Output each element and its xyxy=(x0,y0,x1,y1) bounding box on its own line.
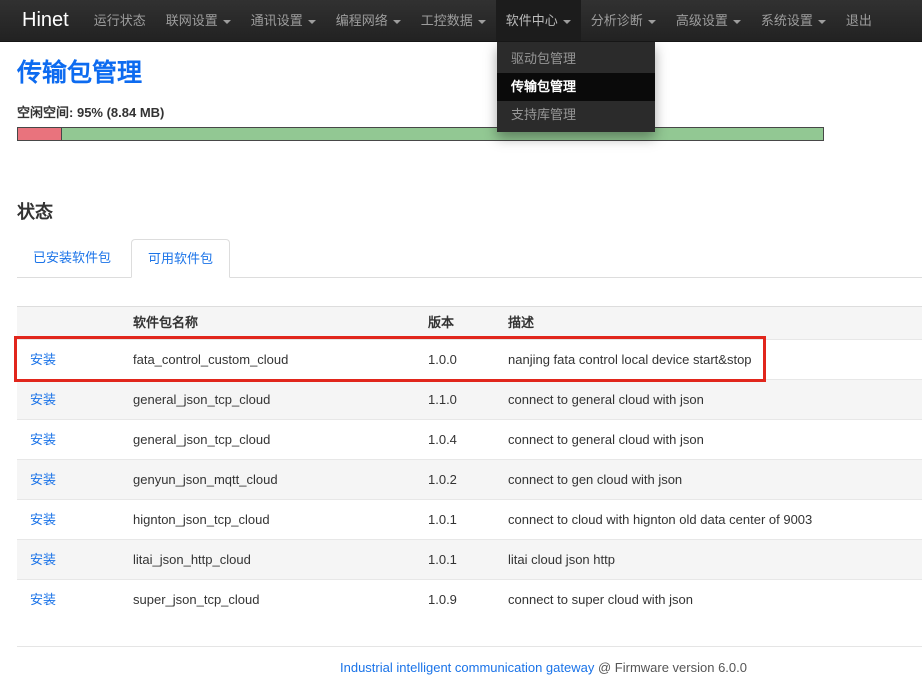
package-version-cell: 1.0.1 xyxy=(420,500,500,540)
nav-item[interactable]: 联网设置 xyxy=(156,0,241,41)
header-version: 版本 xyxy=(420,307,500,340)
nav-item[interactable]: 高级设置 xyxy=(666,0,751,41)
nav-item-label: 高级设置 xyxy=(676,13,728,28)
table-row: 安装 genyun_json_mqtt_cloud 1.0.2 connect … xyxy=(17,460,922,500)
nav-item[interactable]: 运行状态 xyxy=(84,0,156,41)
dropdown-item[interactable]: 支持库管理 xyxy=(497,101,655,129)
free-space-label: 空闲空间: xyxy=(17,105,73,120)
package-version-cell: 1.0.9 xyxy=(420,580,500,620)
nav-item[interactable]: 软件中心 xyxy=(496,0,581,41)
nav-item-label: 工控数据 xyxy=(421,13,473,28)
package-version-cell: 1.0.4 xyxy=(420,420,500,460)
nav-item-label: 通讯设置 xyxy=(251,13,303,28)
package-name-cell: general_json_tcp_cloud xyxy=(125,380,420,420)
storage-progressbar xyxy=(17,127,824,141)
chevron-down-icon xyxy=(818,20,826,24)
package-desc-cell: connect to super cloud with json xyxy=(500,580,922,620)
chevron-down-icon xyxy=(393,20,401,24)
package-desc-cell: connect to cloud with hignton old data c… xyxy=(500,500,922,540)
package-version-cell: 1.1.0 xyxy=(420,380,500,420)
install-link[interactable]: 安装 xyxy=(30,512,56,527)
table-row: 安装 general_json_tcp_cloud 1.0.4 connect … xyxy=(17,420,922,460)
brand-logo[interactable]: Hinet xyxy=(0,0,84,41)
nav-item[interactable]: 工控数据 xyxy=(411,0,496,41)
navbar-menu: 运行状态 联网设置 通讯设置 编程网络 工控数据 软件中心 分析诊断 高级设置 系统设置 退出 xyxy=(84,0,882,41)
nav-item-label: 系统设置 xyxy=(761,13,813,28)
nav-item-label: 编程网络 xyxy=(336,13,388,28)
nav-item[interactable]: 编程网络 xyxy=(326,0,411,41)
package-name-cell: genyun_json_mqtt_cloud xyxy=(125,460,420,500)
table-row: 安装 litai_json_http_cloud 1.0.1 litai clo… xyxy=(17,540,922,580)
package-table-wrap: 软件包名称 版本 描述 安装 fata_control_custom_cloud… xyxy=(17,306,922,619)
nav-item-label: 联网设置 xyxy=(166,13,218,28)
header-description: 描述 xyxy=(500,307,922,340)
header-actions xyxy=(17,307,125,340)
table-row: 安装 fata_control_custom_cloud 1.0.0 nanji… xyxy=(17,340,922,380)
install-link[interactable]: 安装 xyxy=(30,392,56,407)
storage-free-segment xyxy=(62,128,823,140)
install-link[interactable]: 安装 xyxy=(30,432,56,447)
top-navbar: Hinet 运行状态 联网设置 通讯设置 编程网络 工控数据 软件中心 分析诊断 高级设置 系统… xyxy=(0,0,922,42)
package-desc-cell: connect to general cloud with json xyxy=(500,380,922,420)
package-tabs: 已安装软件包 可用软件包 xyxy=(17,239,922,278)
package-name-cell: general_json_tcp_cloud xyxy=(125,420,420,460)
page-content: 传输包管理 空闲空间: 95% (8.84 MB) 状态 已安装软件包 可用软件… xyxy=(0,58,922,676)
table-row: 安装 general_json_tcp_cloud 1.1.0 connect … xyxy=(17,380,922,420)
nav-item-label: 软件中心 xyxy=(506,13,558,28)
header-package-name: 软件包名称 xyxy=(125,307,420,340)
table-row: 安装 super_json_tcp_cloud 1.0.9 connect to… xyxy=(17,580,922,620)
free-space-text: 空闲空间: 95% (8.84 MB) xyxy=(17,105,922,121)
chevron-down-icon xyxy=(563,20,571,24)
nav-item[interactable]: 系统设置 xyxy=(751,0,836,41)
firmware-version-text: @ Firmware version 6.0.0 xyxy=(594,660,747,675)
chevron-down-icon xyxy=(223,20,231,24)
table-header-row: 软件包名称 版本 描述 xyxy=(17,307,922,340)
package-desc-cell: connect to gen cloud with json xyxy=(500,460,922,500)
page-title: 传输包管理 xyxy=(17,58,922,88)
free-space-value: 95% (8.84 MB) xyxy=(77,105,164,120)
package-table: 软件包名称 版本 描述 安装 fata_control_custom_cloud… xyxy=(17,306,922,619)
nav-item-label: 分析诊断 xyxy=(591,13,643,28)
dropdown-item[interactable]: 传输包管理 xyxy=(497,73,655,101)
package-desc-cell: nanjing fata control local device start&… xyxy=(500,340,922,380)
tab-available-packages[interactable]: 可用软件包 xyxy=(131,239,230,278)
package-version-cell: 1.0.0 xyxy=(420,340,500,380)
nav-item[interactable]: 通讯设置 xyxy=(241,0,326,41)
chevron-down-icon xyxy=(733,20,741,24)
chevron-down-icon xyxy=(478,20,486,24)
nav-item-label: 退出 xyxy=(846,13,872,28)
package-name-cell: super_json_tcp_cloud xyxy=(125,580,420,620)
chevron-down-icon xyxy=(648,20,656,24)
package-name-cell: hignton_json_tcp_cloud xyxy=(125,500,420,540)
package-version-cell: 1.0.1 xyxy=(420,540,500,580)
package-version-cell: 1.0.2 xyxy=(420,460,500,500)
install-link[interactable]: 安装 xyxy=(30,592,56,607)
install-link[interactable]: 安装 xyxy=(30,352,56,367)
software-center-dropdown: 驱动包管理传输包管理支持库管理 xyxy=(497,42,655,132)
package-name-cell: fata_control_custom_cloud xyxy=(125,340,420,380)
dropdown-item[interactable]: 驱动包管理 xyxy=(497,45,655,73)
status-heading: 状态 xyxy=(17,201,922,223)
footer: Industrial intelligent communication gat… xyxy=(17,660,922,676)
package-name-cell: litai_json_http_cloud xyxy=(125,540,420,580)
tab-installed-packages[interactable]: 已安装软件包 xyxy=(17,239,127,277)
package-desc-cell: connect to general cloud with json xyxy=(500,420,922,460)
nav-item-label: 运行状态 xyxy=(94,13,146,28)
chevron-down-icon xyxy=(308,20,316,24)
install-link[interactable]: 安装 xyxy=(30,472,56,487)
gateway-footer-link[interactable]: Industrial intelligent communication gat… xyxy=(340,660,594,675)
table-row: 安装 hignton_json_tcp_cloud 1.0.1 connect … xyxy=(17,500,922,540)
nav-item[interactable]: 分析诊断 xyxy=(581,0,666,41)
package-desc-cell: litai cloud json http xyxy=(500,540,922,580)
install-link[interactable]: 安装 xyxy=(30,552,56,567)
package-table-body: 安装 fata_control_custom_cloud 1.0.0 nanji… xyxy=(17,340,922,620)
footer-divider xyxy=(17,646,922,647)
storage-used-segment xyxy=(18,128,62,140)
nav-item[interactable]: 退出 xyxy=(836,0,882,41)
